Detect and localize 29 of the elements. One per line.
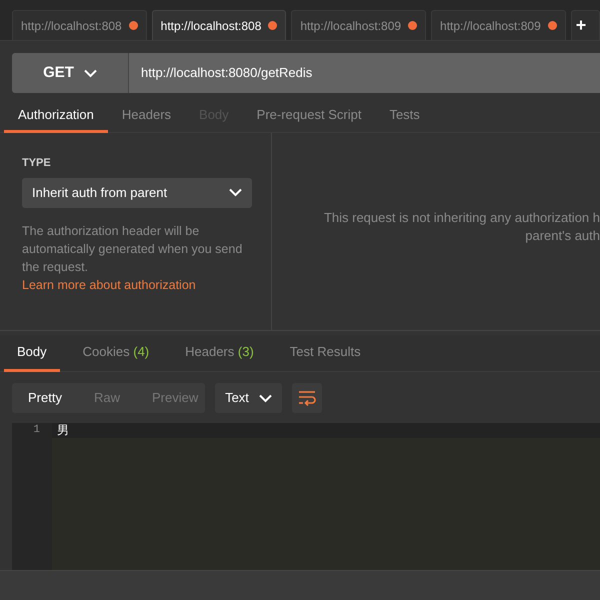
auth-description: The authorization header will be automatically generated when you send the request. Learn more about authorization: [22, 222, 244, 294]
request-tab[interactable]: http://localhost:809: [431, 10, 566, 40]
request-section-tab[interactable]: Tests: [375, 99, 434, 133]
chevron-down-icon: [229, 188, 242, 197]
request-tab[interactable]: http://localhost:808: [152, 10, 286, 40]
chevron-down-icon: [258, 394, 272, 402]
method-dropdown[interactable]: GET: [12, 53, 128, 93]
request-section-tab[interactable]: Pre-request Script: [242, 99, 376, 133]
response-tab[interactable]: Test Results: [276, 335, 374, 372]
request-tab[interactable]: http://localhost:808: [12, 10, 147, 40]
auth-type-dropdown[interactable]: Inherit auth from parent: [22, 178, 252, 208]
learn-more-link[interactable]: Learn more about authorization: [22, 278, 196, 292]
response-tab[interactable]: Headers (3): [172, 335, 267, 372]
inherit-notice-text: This request is not inheriting any authorization h: [324, 209, 600, 227]
code-line: 男: [56, 423, 69, 438]
wrap-lines-button[interactable]: [292, 383, 322, 413]
chevron-down-icon: [84, 68, 97, 78]
wrap-lines-icon: [298, 390, 316, 406]
new-tab-button[interactable]: +: [570, 10, 600, 40]
format-dropdown[interactable]: Text: [215, 383, 282, 413]
url-field[interactable]: http://localhost:8080/getRedis: [128, 53, 600, 93]
response-tab[interactable]: Body: [4, 335, 60, 372]
request-tab[interactable]: http://localhost:809: [291, 10, 426, 40]
type-label: TYPE: [22, 156, 52, 171]
request-section-tab[interactable]: Authorization: [4, 99, 108, 133]
inherit-notice-text: parent's auth: [525, 227, 600, 245]
view-mode-button[interactable]: Pretty: [12, 383, 78, 413]
request-section-tab[interactable]: Headers: [108, 99, 186, 133]
response-tab[interactable]: Cookies (4): [70, 335, 162, 372]
